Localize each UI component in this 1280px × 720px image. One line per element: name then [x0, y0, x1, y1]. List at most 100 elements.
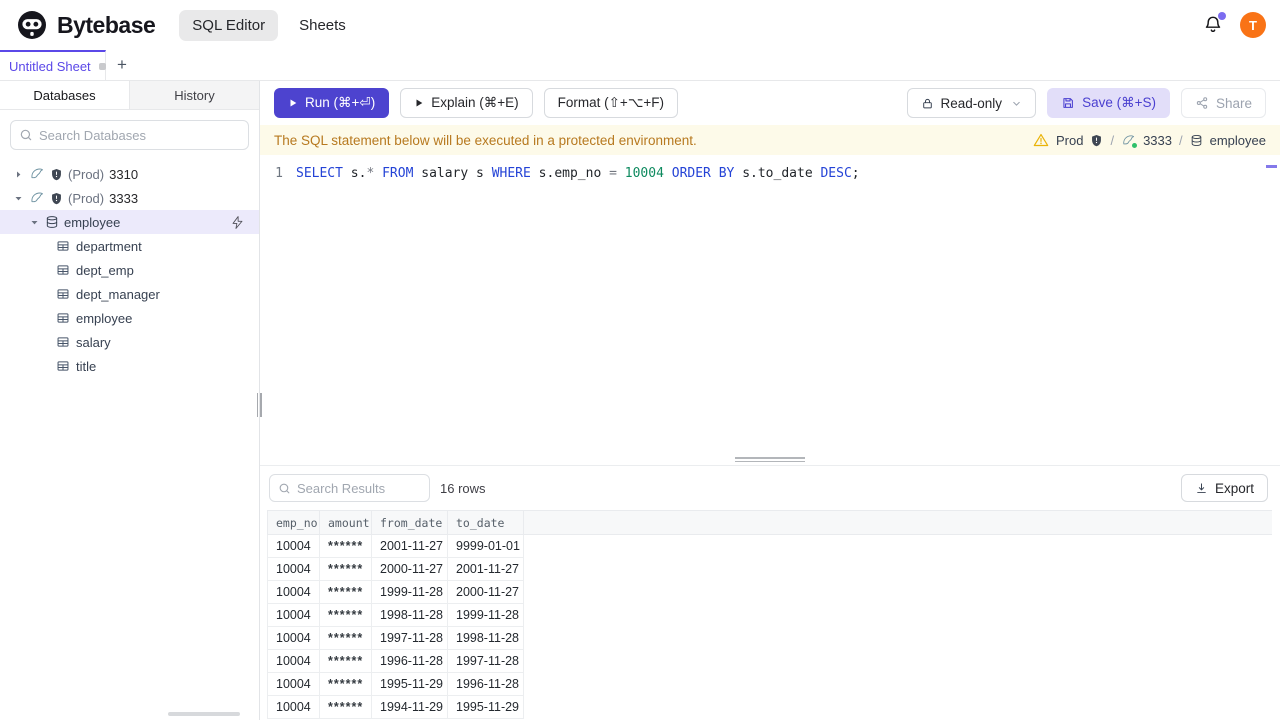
cell-amount-masked[interactable]: ******	[319, 649, 372, 673]
results-table-wrap: emp_no amount from_date to_date 10004 **…	[260, 510, 1280, 720]
run-button[interactable]: Run (⌘+⏎)	[274, 88, 390, 118]
cell-from-date[interactable]: 2000-11-27	[371, 557, 448, 581]
search-databases-input[interactable]	[39, 127, 240, 143]
new-sheet-button[interactable]: +	[106, 50, 138, 80]
breadcrumb-environment[interactable]: Prod	[1056, 133, 1083, 148]
export-button[interactable]: Export	[1180, 474, 1268, 502]
tree-database-employee[interactable]: employee	[0, 210, 259, 234]
mysql-dolphin-icon	[29, 166, 45, 182]
column-header[interactable]: to_date	[447, 510, 524, 535]
cell-emp-no[interactable]: 10004	[267, 649, 320, 673]
cell-amount-masked[interactable]: ******	[319, 603, 372, 627]
cell-from-date[interactable]: 2001-11-27	[371, 534, 448, 558]
notification-bell-icon[interactable]	[1202, 12, 1226, 36]
cell-emp-no[interactable]: 10004	[267, 557, 320, 581]
cell-amount-masked[interactable]: ******	[319, 695, 372, 719]
cell-from-date[interactable]: 1996-11-28	[371, 649, 448, 673]
cell-emp-no[interactable]: 10004	[267, 534, 320, 558]
bytebase-logo[interactable]: Bytebase	[16, 9, 156, 41]
table-row[interactable]: 10004 ****** 2001-11-27 9999-01-01	[267, 534, 1272, 558]
sidebar-tabs: Databases History	[0, 81, 259, 110]
editor-toolbar: Run (⌘+⏎) Explain (⌘+E) Format (⇧+⌥+F) R…	[260, 81, 1280, 125]
online-status-dot	[1132, 142, 1138, 148]
sidebar-resize-handle[interactable]	[255, 391, 263, 419]
sheet-tab-untitled[interactable]: Untitled Sheet	[0, 50, 106, 80]
cell-emp-no[interactable]: 10004	[267, 626, 320, 650]
caret-down-icon[interactable]	[12, 194, 24, 203]
caret-down-icon[interactable]	[28, 218, 40, 227]
table-row[interactable]: 10004 ****** 1995-11-29 1996-11-28	[267, 672, 1272, 696]
column-header[interactable]: emp_no	[267, 510, 320, 535]
cell-from-date[interactable]: 1998-11-28	[371, 603, 448, 627]
cell-emp-no[interactable]: 10004	[267, 672, 320, 696]
table-name: dept_emp	[76, 262, 134, 278]
breadcrumb-database[interactable]: employee	[1210, 133, 1266, 148]
tree-server-3310[interactable]: (Prod) 3310	[0, 162, 259, 186]
instance-name: 3333	[109, 190, 139, 206]
readonly-mode-dropdown[interactable]: Read-only	[906, 88, 1037, 118]
save-button[interactable]: Save (⌘+S)	[1047, 88, 1170, 118]
results-resize-divider[interactable]	[260, 454, 1280, 466]
sql-editor-area[interactable]: 1 SELECT s.* FROM salary s WHERE s.emp_n…	[260, 155, 1280, 454]
table-row[interactable]: 10004 ****** 2000-11-27 2001-11-27	[267, 557, 1272, 581]
chevron-down-icon	[1011, 98, 1022, 109]
environment-shield-icon	[50, 192, 63, 205]
cell-amount-masked[interactable]: ******	[319, 534, 372, 558]
sql-code-line[interactable]: 1 SELECT s.* FROM salary s WHERE s.emp_n…	[260, 164, 1280, 183]
tree-table-item[interactable]: salary	[0, 330, 259, 354]
tab-databases[interactable]: Databases	[0, 81, 130, 109]
column-header[interactable]: from_date	[371, 510, 448, 535]
nav-sheets[interactable]: Sheets	[286, 10, 359, 41]
cell-to-date[interactable]: 9999-01-01	[447, 534, 524, 558]
explain-button[interactable]: Explain (⌘+E)	[400, 88, 533, 118]
tree-table-item[interactable]: department	[0, 234, 259, 258]
minimap[interactable]	[1266, 165, 1277, 168]
quick-action-bolt-icon[interactable]	[230, 215, 245, 230]
table-row[interactable]: 10004 ****** 1996-11-28 1997-11-28	[267, 649, 1272, 673]
format-button[interactable]: Format (⇧+⌥+F)	[543, 88, 679, 118]
tree-table-item[interactable]: employee	[0, 306, 259, 330]
share-button[interactable]: Share	[1180, 88, 1266, 118]
cell-emp-no[interactable]: 10004	[267, 603, 320, 627]
cell-amount-masked[interactable]: ******	[319, 580, 372, 604]
top-nav: SQL Editor Sheets	[179, 9, 359, 41]
breadcrumb-instance[interactable]: 3333	[1143, 133, 1172, 148]
nav-sql-editor[interactable]: SQL Editor	[179, 9, 279, 41]
cell-from-date[interactable]: 1995-11-29	[371, 672, 448, 696]
cell-to-date[interactable]: 1998-11-28	[447, 626, 524, 650]
tree-table-item[interactable]: dept_emp	[0, 258, 259, 282]
table-row[interactable]: 10004 ****** 1999-11-28 2000-11-27	[267, 580, 1272, 604]
cell-amount-masked[interactable]: ******	[319, 672, 372, 696]
table-row[interactable]: 10004 ****** 1998-11-28 1999-11-28	[267, 603, 1272, 627]
cell-to-date[interactable]: 2000-11-27	[447, 580, 524, 604]
cell-from-date[interactable]: 1999-11-28	[371, 580, 448, 604]
table-name: title	[76, 358, 97, 374]
cell-from-date[interactable]: 1994-11-29	[371, 695, 448, 719]
table-row[interactable]: 10004 ****** 1994-11-29 1995-11-29	[267, 695, 1272, 719]
table-name: department	[76, 238, 142, 254]
instance-name: 3310	[109, 166, 139, 182]
sidebar: Databases History Search Databases (Prod…	[0, 81, 263, 720]
tree-server-3333[interactable]: (Prod) 3333	[0, 186, 259, 210]
tree-table-item[interactable]: dept_manager	[0, 282, 259, 306]
environment-shield-icon	[1090, 134, 1103, 147]
column-header[interactable]: amount	[319, 510, 372, 535]
cell-amount-masked[interactable]: ******	[319, 557, 372, 581]
cell-amount-masked[interactable]: ******	[319, 626, 372, 650]
tree-table-item[interactable]: title	[0, 354, 259, 378]
tab-history[interactable]: History	[130, 81, 259, 109]
cell-to-date[interactable]: 2001-11-27	[447, 557, 524, 581]
sql-code-text: SELECT s.* FROM salary s WHERE s.emp_no …	[296, 166, 860, 181]
cell-emp-no[interactable]: 10004	[267, 695, 320, 719]
cell-from-date[interactable]: 1997-11-28	[371, 626, 448, 650]
sidebar-scrollbar[interactable]	[168, 712, 240, 716]
cell-to-date[interactable]: 1995-11-29	[447, 695, 524, 719]
table-row[interactable]: 10004 ****** 1997-11-28 1998-11-28	[267, 626, 1272, 650]
caret-right-icon[interactable]	[12, 170, 24, 179]
user-avatar[interactable]: T	[1240, 12, 1266, 38]
download-icon	[1195, 482, 1208, 495]
cell-emp-no[interactable]: 10004	[267, 580, 320, 604]
cell-to-date[interactable]: 1999-11-28	[447, 603, 524, 627]
cell-to-date[interactable]: 1996-11-28	[447, 672, 524, 696]
cell-to-date[interactable]: 1997-11-28	[447, 649, 524, 673]
